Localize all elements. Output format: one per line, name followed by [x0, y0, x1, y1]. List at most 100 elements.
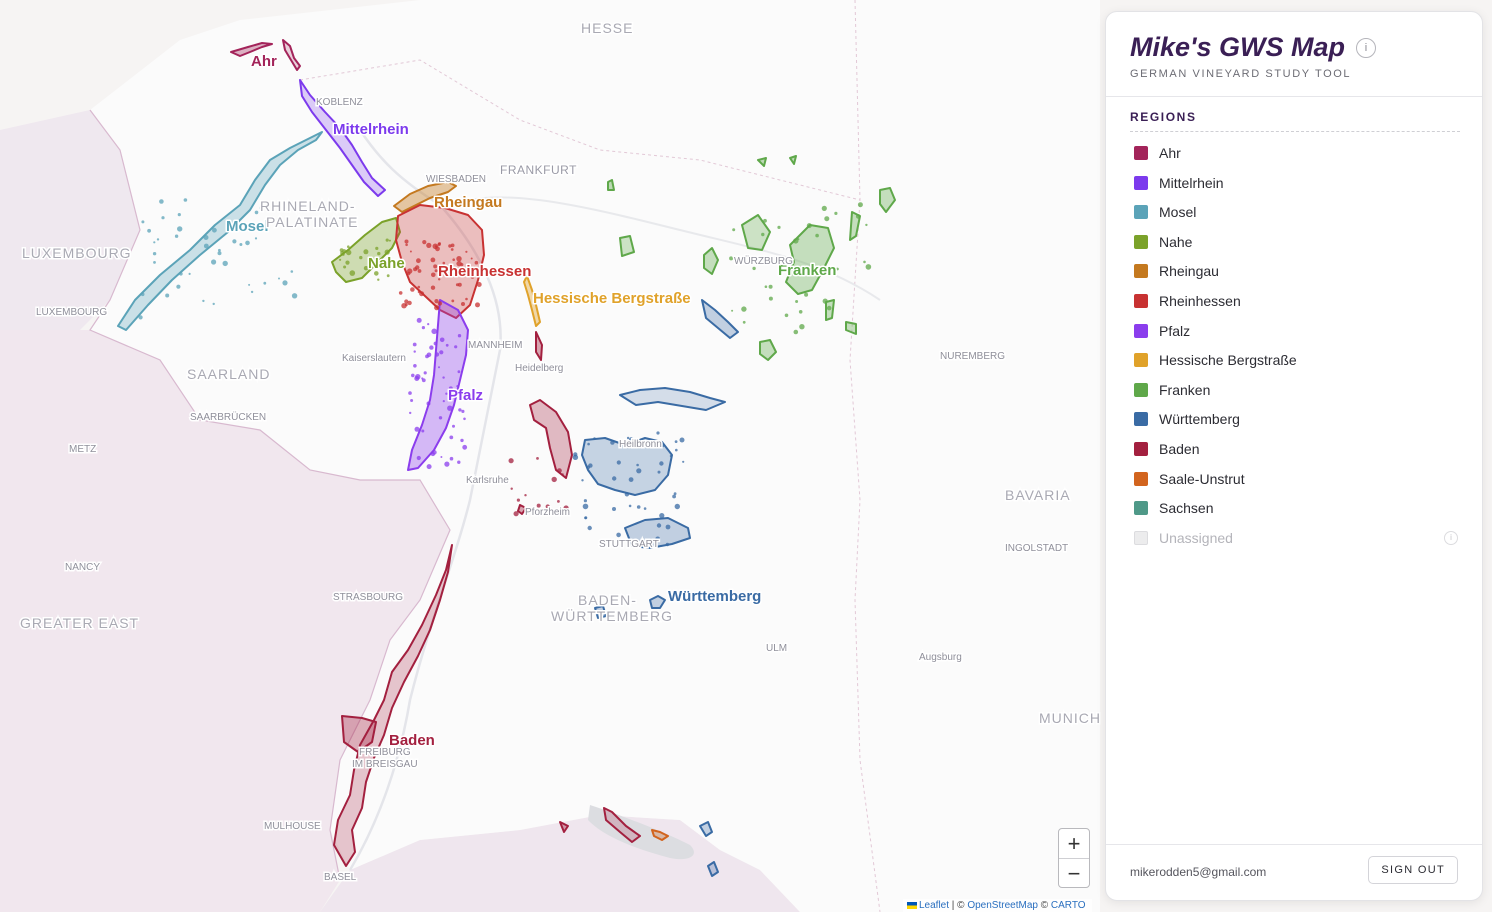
vineyard-parcel[interactable] — [147, 228, 152, 233]
vineyard-parcel[interactable] — [593, 437, 596, 440]
vineyard-parcel[interactable] — [349, 270, 356, 276]
vineyard-parcel[interactable] — [457, 460, 461, 464]
vineyard-parcel[interactable] — [435, 246, 440, 252]
vineyard-parcel[interactable] — [628, 477, 634, 482]
region-item[interactable]: Mittelrhein — [1130, 170, 1460, 200]
vineyard-parcel[interactable] — [398, 291, 403, 295]
region-item[interactable]: Rheingau — [1130, 258, 1460, 288]
vineyard-parcel[interactable] — [248, 283, 251, 286]
vineyard-parcel[interactable] — [439, 337, 445, 343]
region-item[interactable]: Hessische Bergstraße — [1130, 347, 1460, 377]
vineyard-parcel[interactable] — [438, 416, 443, 420]
vineyard-parcel[interactable] — [463, 417, 466, 421]
vineyard-parcel[interactable] — [188, 272, 191, 275]
vineyard-parcel[interactable] — [612, 507, 616, 511]
vineyard-parcel[interactable] — [761, 232, 765, 237]
vineyard-parcel[interactable] — [437, 242, 441, 247]
vineyard-parcel[interactable] — [450, 248, 454, 251]
vineyard-parcel[interactable] — [470, 257, 473, 260]
vineyard-parcel[interactable] — [659, 513, 665, 519]
vineyard-parcel[interactable] — [763, 218, 767, 223]
openstreetmap-link[interactable]: OpenStreetMap — [967, 900, 1038, 911]
vineyard-parcel[interactable] — [557, 500, 560, 503]
vineyard-parcel[interactable] — [278, 277, 280, 280]
vineyard-parcel[interactable] — [442, 400, 445, 403]
vineyard-parcel[interactable] — [799, 324, 805, 330]
vineyard-parcel[interactable] — [865, 223, 868, 227]
vineyard-parcel[interactable] — [793, 329, 799, 335]
vineyard-parcel[interactable] — [572, 454, 579, 460]
vineyard-parcel[interactable] — [665, 542, 670, 547]
vineyard-parcel[interactable] — [451, 299, 455, 303]
vineyard-parcel[interactable] — [865, 264, 872, 270]
leaflet-link[interactable]: Leaflet — [919, 900, 949, 911]
vineyard-parcel[interactable] — [581, 479, 584, 482]
vineyard-parcel[interactable] — [636, 463, 639, 467]
vineyard-parcel[interactable] — [425, 354, 429, 359]
vineyard-parcel[interactable] — [282, 280, 288, 286]
vineyard-parcel[interactable] — [516, 498, 521, 502]
vineyard-parcel[interactable] — [804, 292, 809, 297]
vineyard-parcel[interactable] — [437, 301, 443, 306]
region-item[interactable]: Baden — [1130, 436, 1460, 466]
vineyard-parcel[interactable] — [682, 460, 685, 463]
vineyard-parcel[interactable] — [636, 468, 642, 474]
vineyard-parcel[interactable] — [440, 456, 443, 458]
region-item[interactable]: Mosel — [1130, 199, 1460, 229]
vineyard-parcel[interactable] — [731, 309, 734, 312]
vineyard-parcel[interactable] — [584, 516, 588, 520]
vineyard-parcel[interactable] — [742, 320, 746, 324]
vineyard-parcel[interactable] — [729, 256, 734, 261]
vineyard-parcel[interactable] — [211, 259, 217, 265]
vineyard-parcel[interactable] — [413, 364, 417, 368]
vineyard-parcel[interactable] — [359, 255, 363, 260]
vineyard-parcel[interactable] — [457, 370, 461, 374]
vineyard-parcel[interactable] — [657, 470, 661, 474]
vineyard-parcel[interactable] — [417, 285, 421, 289]
vineyard-parcel[interactable] — [156, 238, 160, 241]
vineyard-parcel[interactable] — [363, 249, 369, 255]
vineyard-parcel[interactable] — [417, 269, 422, 273]
vineyard-parcel[interactable] — [416, 455, 421, 461]
vineyard-parcel[interactable] — [445, 343, 449, 347]
vineyard-parcel[interactable] — [426, 401, 431, 406]
vineyard-parcel[interactable] — [628, 504, 632, 508]
vineyard-parcel[interactable] — [659, 461, 664, 466]
vineyard-parcel[interactable] — [212, 302, 215, 306]
vineyard-parcel[interactable] — [254, 210, 259, 215]
vineyard-parcel[interactable] — [616, 532, 621, 538]
vineyard-parcel[interactable] — [821, 205, 827, 211]
vineyard-parcel[interactable] — [176, 284, 181, 289]
vineyard-parcel[interactable] — [582, 503, 589, 510]
vineyard-parcel[interactable] — [407, 271, 411, 276]
vineyard-parcel[interactable] — [203, 243, 209, 249]
vineyard-parcel[interactable] — [455, 283, 459, 287]
vineyard-parcel[interactable] — [217, 251, 222, 256]
vineyard-parcel[interactable] — [465, 297, 468, 301]
vineyard-parcel[interactable] — [202, 299, 205, 303]
vineyard-parcel[interactable] — [212, 227, 217, 233]
vineyard-parcel[interactable] — [386, 274, 390, 278]
vineyard-parcel[interactable] — [222, 260, 228, 267]
vineyard-parcel[interactable] — [824, 216, 830, 222]
vineyard-parcel[interactable] — [764, 285, 768, 289]
vineyard-parcel[interactable] — [341, 252, 345, 256]
region-item[interactable]: Sachsen — [1130, 495, 1460, 525]
vineyard-parcel[interactable] — [153, 241, 156, 244]
vineyard-parcel[interactable] — [741, 306, 747, 312]
vineyard-parcel[interactable] — [404, 239, 409, 244]
vineyard-parcel[interactable] — [250, 290, 254, 294]
vineyard-parcel[interactable] — [768, 296, 773, 301]
vineyard-parcel[interactable] — [458, 408, 462, 412]
vineyard-parcel[interactable] — [465, 250, 468, 253]
vineyard-parcel[interactable] — [665, 524, 671, 530]
vineyard-parcel[interactable] — [290, 270, 294, 273]
vineyard-parcel[interactable] — [239, 243, 243, 246]
vineyard-parcel[interactable] — [345, 260, 350, 265]
unassigned-info-icon[interactable]: i — [1444, 530, 1458, 545]
vineyard-parcel[interactable] — [857, 202, 863, 208]
region-item[interactable]: Württemberg — [1130, 406, 1460, 436]
vineyard-parcel[interactable] — [669, 454, 673, 458]
vineyard-parcel[interactable] — [430, 285, 436, 290]
vineyard-parcel[interactable] — [588, 463, 593, 468]
